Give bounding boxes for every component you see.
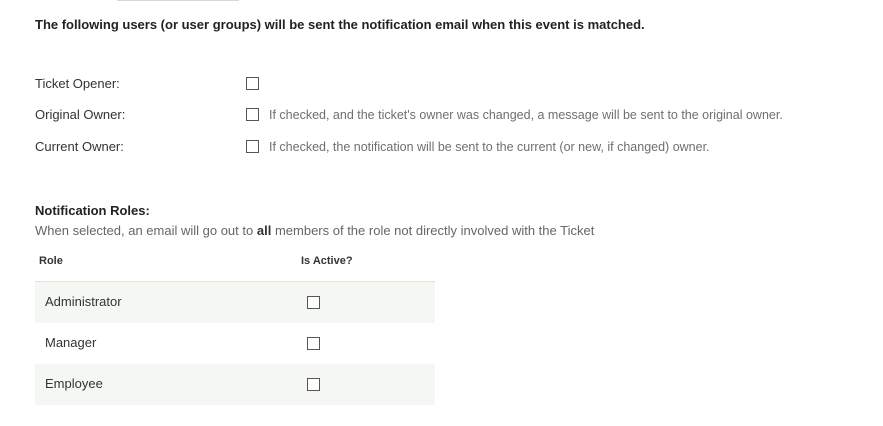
- recipient-row-original-owner: Original Owner: If checked, and the tick…: [35, 105, 875, 125]
- current-owner-label: Current Owner:: [35, 139, 124, 154]
- notification-roles-title: Notification Roles:: [35, 203, 150, 218]
- top-divider: [117, 0, 239, 1]
- table-row: Employee: [35, 364, 435, 405]
- current-owner-checkbox[interactable]: [246, 140, 259, 153]
- notification-roles-description: When selected, an email will go out to a…: [35, 223, 594, 238]
- roles-desc-before: When selected, an email will go out to: [35, 223, 254, 238]
- recipients-intro: The following users (or user groups) wil…: [35, 17, 645, 32]
- recipient-row-current-owner: Current Owner: If checked, the notificat…: [35, 137, 875, 157]
- roles-desc-bold: all: [256, 223, 272, 238]
- role-name-administrator: Administrator: [45, 294, 122, 309]
- role-name-manager: Manager: [45, 335, 97, 350]
- is-active-column-header: Is Active?: [301, 255, 353, 267]
- original-owner-help: If checked, and the ticket's owner was c…: [269, 108, 783, 122]
- ticket-opener-label: Ticket Opener:: [35, 76, 120, 91]
- recipient-row-ticket-opener: Ticket Opener:: [35, 74, 875, 94]
- role-column-header: Role: [39, 255, 63, 267]
- current-owner-help: If checked, the notification will be sen…: [269, 140, 710, 154]
- table-row: Manager: [35, 323, 435, 364]
- employee-active-checkbox[interactable]: [307, 378, 320, 391]
- ticket-opener-checkbox[interactable]: [246, 77, 259, 90]
- role-name-employee: Employee: [45, 376, 103, 391]
- original-owner-label: Original Owner:: [35, 107, 126, 122]
- notification-settings-page: The following users (or user groups) wil…: [0, 0, 883, 426]
- manager-active-checkbox[interactable]: [307, 337, 320, 350]
- original-owner-checkbox[interactable]: [246, 108, 259, 121]
- table-row: Administrator: [35, 282, 435, 323]
- administrator-active-checkbox[interactable]: [307, 296, 320, 309]
- roles-desc-after: members of the role not directly involve…: [274, 223, 595, 238]
